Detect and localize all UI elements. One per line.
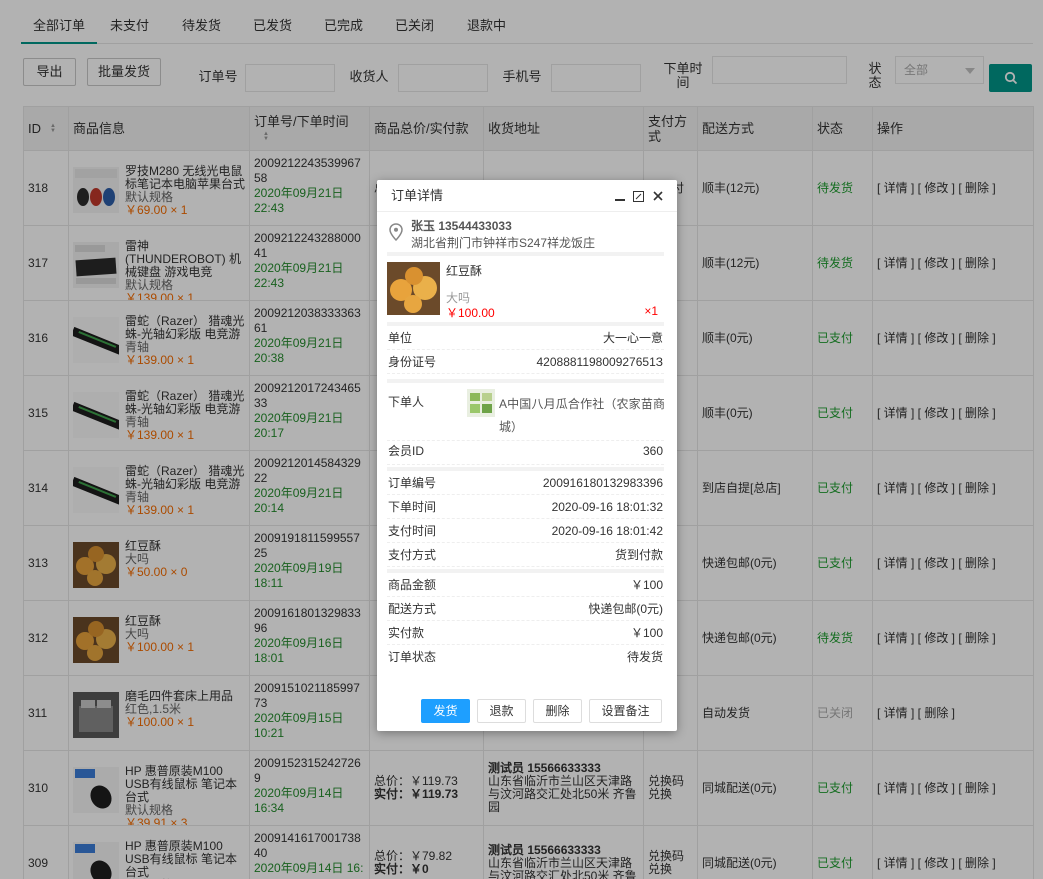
paid-row: 实付款 ￥100	[387, 621, 664, 645]
order-time-detail-label: 下单时间	[388, 500, 437, 514]
receiver-name-phone: 张玉 13544433033	[411, 219, 512, 233]
order-status-label: 订单状态	[388, 650, 437, 664]
buyer-value: A中国八月瓜合作社（农家苗商城）	[499, 397, 664, 434]
goods-amount-row: 商品金额 ￥100	[387, 573, 664, 597]
pay-time-row: 支付时间 2020-09-16 18:01:42	[387, 519, 664, 543]
modal-body: 张玉 13544433033 湖北省荆门市钟祥市S247祥龙饭庄 红豆酥 大吗 …	[387, 212, 664, 692]
paid-value: ￥100	[630, 626, 663, 640]
member-id-label: 会员ID	[388, 444, 425, 458]
modal-footer: 发货 退款 删除 设置备注	[377, 693, 677, 731]
order-status-value: 待发货	[626, 650, 663, 664]
modal-goods-price: ￥100.00	[446, 306, 495, 320]
order-no-detail-value: 200916180132983396	[542, 476, 663, 490]
buyer-avatar	[467, 389, 495, 417]
pay-method-label: 支付方式	[388, 548, 437, 562]
order-time-detail-value: 2020-09-16 18:01:32	[551, 500, 663, 514]
unit-value: 大一心一意	[602, 331, 663, 345]
pay-time-label: 支付时间	[388, 524, 437, 538]
order-list-page: 全部订单 未支付 待发货 已发货 已完成 已关闭 退款中 导出 批量发货 订单号 收货人 手…	[0, 0, 1043, 879]
modal-goods-item: 红豆酥 大吗 ￥100.00 ×1	[387, 256, 664, 322]
product-thumbnail	[387, 262, 440, 315]
order-detail-modal: 订单详情 张玉 13544433033 湖北省荆门市钟祥市S247祥龙饭庄 红豆…	[377, 180, 677, 731]
ship-method-row: 配送方式 快递包邮(0元)	[387, 597, 664, 621]
modal-goods-qty: ×1	[644, 304, 658, 318]
buyer-label: 下单人	[388, 395, 425, 409]
member-id-row: 会员ID 360	[387, 441, 664, 465]
ship-button[interactable]: 发货	[421, 699, 470, 723]
modal-header: 订单详情	[377, 180, 677, 212]
unit-row: 单位 大一心一意	[387, 326, 664, 350]
ship-method-value: 快递包邮(0元)	[588, 602, 663, 616]
ship-method-label: 配送方式	[388, 602, 437, 616]
buyer-row: 下单人 A中国八月瓜合作社（农家苗商城）	[387, 383, 664, 441]
set-remark-button[interactable]: 设置备注	[589, 699, 662, 723]
receiver-address: 湖北省荆门市钟祥市S247祥龙饭庄	[411, 236, 596, 250]
member-id-value: 360	[642, 444, 663, 458]
id-card-label: 身份证号	[388, 355, 437, 369]
order-time-row: 下单时间 2020-09-16 18:01:32	[387, 495, 664, 519]
order-no-detail-label: 订单编号	[388, 476, 437, 490]
id-card-row: 身份证号 420888119800927651З	[387, 350, 664, 374]
refund-button[interactable]: 退款	[477, 699, 526, 723]
pay-time-value: 2020-09-16 18:01:42	[551, 524, 663, 538]
pay-method-row: 支付方式 货到付款	[387, 543, 664, 567]
location-pin-icon	[389, 223, 403, 241]
order-status-row: 订单状态 待发货	[387, 645, 664, 669]
unit-label: 单位	[388, 331, 413, 345]
order-no-row: 订单编号 200916180132983396	[387, 471, 664, 495]
pay-method-value: 货到付款	[614, 548, 663, 562]
id-card-value: 420888119800927651З	[536, 355, 664, 369]
delete-button[interactable]: 删除	[533, 699, 582, 723]
modal-title: 订单详情	[391, 188, 444, 203]
goods-amount-value: ￥100	[630, 578, 663, 592]
goods-amount-label: 商品金额	[388, 578, 437, 592]
receiver-block: 张玉 13544433033 湖北省荆门市钟祥市S247祥龙饭庄	[387, 212, 664, 252]
modal-goods-name: 红豆酥	[446, 264, 483, 278]
paid-label: 实付款	[388, 626, 425, 640]
